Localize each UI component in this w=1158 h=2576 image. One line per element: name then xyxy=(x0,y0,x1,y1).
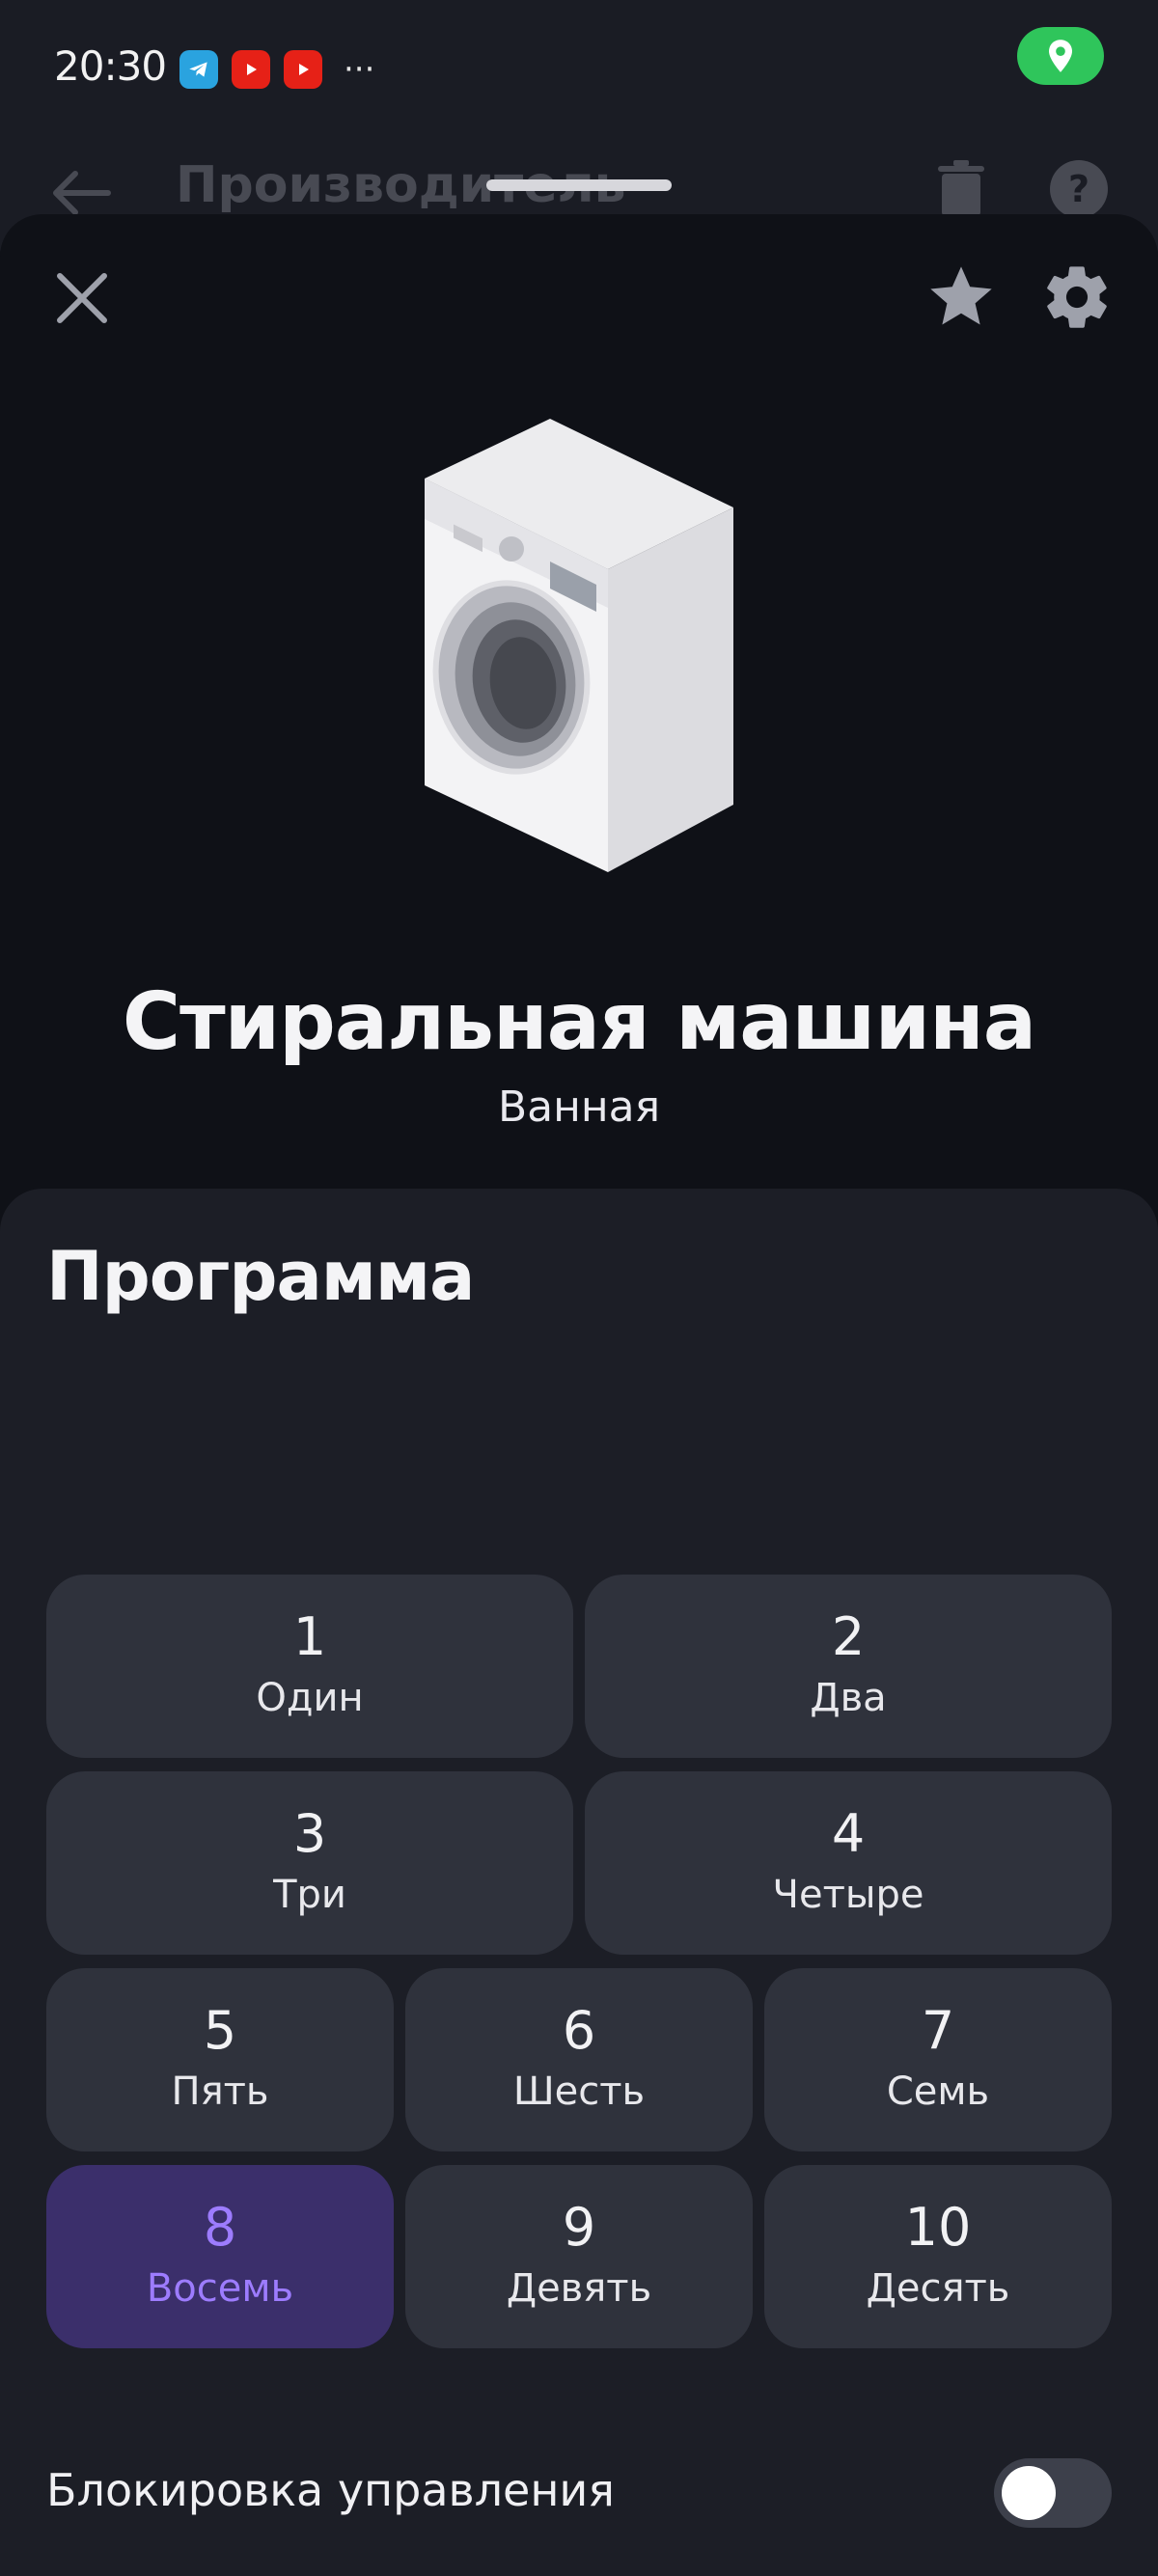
program-label: Шесть xyxy=(512,2069,646,2114)
close-icon xyxy=(57,273,107,323)
program-number: 9 xyxy=(562,2197,596,2258)
program-number: 6 xyxy=(562,2000,596,2061)
program-option-1[interactable]: 1 Один xyxy=(46,1575,573,1758)
status-notification-icons: ··· xyxy=(179,50,374,89)
trash-icon xyxy=(938,160,984,216)
youtube-icon xyxy=(284,50,322,89)
youtube-icon xyxy=(232,50,270,89)
program-option-9[interactable]: 9 Девять xyxy=(405,2165,753,2348)
program-number: 10 xyxy=(904,2197,972,2258)
program-panel: Программа 1 Один 2 Два 3 Три 4 Четыре 5 … xyxy=(0,1189,1158,2576)
program-number: 2 xyxy=(831,1606,866,1667)
program-label: Три xyxy=(273,1873,346,1917)
status-time: 20:30 xyxy=(54,42,167,90)
program-title: Программа xyxy=(46,1237,475,1316)
sheet-grab-handle[interactable] xyxy=(486,179,672,191)
program-option-2[interactable]: 2 Два xyxy=(585,1575,1112,1758)
program-option-4[interactable]: 4 Четыре xyxy=(585,1771,1112,1955)
program-label: Два xyxy=(810,1676,887,1720)
svg-text:?: ? xyxy=(1068,168,1089,210)
more-notifications-icon: ··· xyxy=(344,50,375,89)
telegram-icon xyxy=(179,50,218,89)
program-number: 1 xyxy=(292,1606,327,1667)
program-option-7[interactable]: 7 Семь xyxy=(764,1968,1112,2151)
toggle-knob xyxy=(1002,2466,1056,2520)
program-number: 3 xyxy=(292,1803,327,1864)
program-number: 8 xyxy=(203,2197,237,2258)
location-pin-icon xyxy=(1049,40,1072,72)
close-button[interactable] xyxy=(50,266,114,330)
gear-icon xyxy=(1047,266,1107,328)
program-label: Семь xyxy=(886,2069,990,2114)
program-option-10[interactable]: 10 Десять xyxy=(764,2165,1112,2348)
program-label: Девять xyxy=(506,2266,652,2311)
program-label: Один xyxy=(256,1676,364,1720)
program-option-5[interactable]: 5 Пять xyxy=(46,1968,394,2151)
control-lock-label: Блокировка управления xyxy=(46,2464,615,2516)
program-option-8-selected[interactable]: 8 Восемь xyxy=(46,2165,394,2348)
program-label: Восемь xyxy=(146,2266,294,2311)
program-label: Четыре xyxy=(772,1873,924,1917)
program-number: 5 xyxy=(203,2000,237,2061)
location-indicator xyxy=(1017,27,1104,85)
device-name: Стиральная машина xyxy=(122,976,1036,1068)
program-option-3[interactable]: 3 Три xyxy=(46,1771,573,1955)
control-lock-toggle[interactable] xyxy=(994,2458,1112,2528)
device-room: Ванная xyxy=(497,1082,661,1132)
star-icon xyxy=(930,266,992,325)
program-number: 7 xyxy=(921,2000,955,2061)
underlying-page: 20:30 ··· Производитель ? xyxy=(0,0,1158,251)
washing-machine-image xyxy=(425,419,733,872)
program-label: Десять xyxy=(866,2266,1010,2311)
program-option-6[interactable]: 6 Шесть xyxy=(405,1968,753,2151)
settings-button[interactable] xyxy=(1040,260,1114,334)
favorite-button[interactable] xyxy=(924,260,998,334)
program-number: 4 xyxy=(831,1803,866,1864)
program-label: Пять xyxy=(171,2069,269,2114)
help-icon: ? xyxy=(1050,160,1108,218)
back-arrow-icon xyxy=(53,171,111,215)
